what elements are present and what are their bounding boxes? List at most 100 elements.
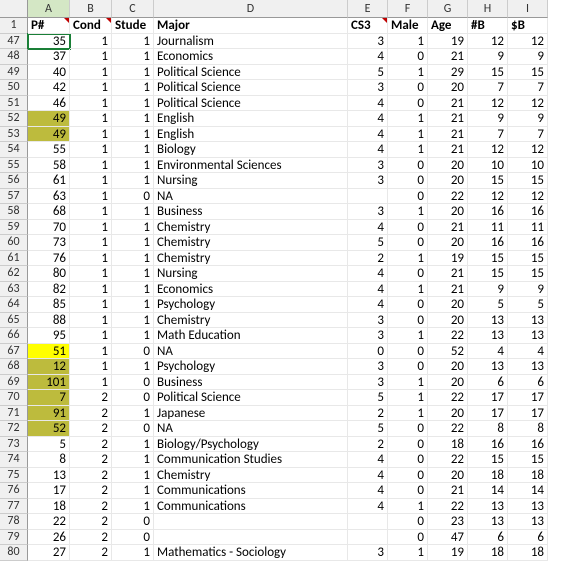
cell-E77[interactable]: 4 — [348, 499, 388, 515]
col-header-G[interactable]: G — [428, 0, 468, 18]
row-header-73[interactable]: 73 — [0, 437, 28, 453]
cell-D56[interactable]: Nursing — [154, 173, 348, 189]
cell-G72[interactable]: 22 — [428, 421, 468, 437]
cell-I80[interactable]: 18 — [508, 545, 548, 561]
cell-D48[interactable]: Economics — [154, 49, 348, 65]
cell-F72[interactable]: 0 — [388, 421, 428, 437]
cell-F52[interactable]: 1 — [388, 111, 428, 127]
cell-D65[interactable]: Chemistry — [154, 313, 348, 329]
cell-D49[interactable]: Political Science — [154, 65, 348, 81]
row-header-53[interactable]: 53 — [0, 127, 28, 143]
cell-C52[interactable]: 1 — [112, 111, 154, 127]
cell-D67[interactable]: NA — [154, 344, 348, 360]
cell-A58[interactable]: 68 — [28, 204, 70, 220]
row-header-64[interactable]: 64 — [0, 297, 28, 313]
cell-E67[interactable]: 0 — [348, 344, 388, 360]
cell-G58[interactable]: 20 — [428, 204, 468, 220]
cell-G63[interactable]: 21 — [428, 282, 468, 298]
cell-B78[interactable]: 2 — [70, 514, 112, 530]
cell-H49[interactable]: 15 — [468, 65, 508, 81]
cell-E70[interactable]: 5 — [348, 390, 388, 406]
cell-B54[interactable]: 1 — [70, 142, 112, 158]
cell-I49[interactable]: 15 — [508, 65, 548, 81]
cell-I48[interactable]: 9 — [508, 49, 548, 65]
cell-D53[interactable]: English — [154, 127, 348, 143]
cell-C57[interactable]: 0 — [112, 189, 154, 205]
cell-F79[interactable]: 0 — [388, 530, 428, 546]
cell-G69[interactable]: 20 — [428, 375, 468, 391]
cell-D66[interactable]: Math Education — [154, 328, 348, 344]
cell-I53[interactable]: 7 — [508, 127, 548, 143]
col-header-A[interactable]: A — [28, 0, 70, 18]
cell-I51[interactable]: 12 — [508, 96, 548, 112]
cell-E48[interactable]: 4 — [348, 49, 388, 65]
cell-B65[interactable]: 1 — [70, 313, 112, 329]
cell-D61[interactable]: Chemistry — [154, 251, 348, 267]
cell-C47[interactable]: 1 — [112, 34, 154, 50]
cell-D74[interactable]: Communication Studies — [154, 452, 348, 468]
cell-C80[interactable]: 1 — [112, 545, 154, 561]
cell-D77[interactable]: Communications — [154, 499, 348, 515]
row-header-1[interactable]: 1 — [0, 18, 28, 34]
cell-G61[interactable]: 19 — [428, 251, 468, 267]
cell-G80[interactable]: 19 — [428, 545, 468, 561]
cell-I50[interactable]: 7 — [508, 80, 548, 96]
cell-A49[interactable]: 40 — [28, 65, 70, 81]
cell-D58[interactable]: Business — [154, 204, 348, 220]
row-header-55[interactable]: 55 — [0, 158, 28, 174]
row-header-75[interactable]: 75 — [0, 468, 28, 484]
cell-G59[interactable]: 21 — [428, 220, 468, 236]
cell-D73[interactable]: Biology/Psychology — [154, 437, 348, 453]
cell-G62[interactable]: 21 — [428, 266, 468, 282]
cell-C75[interactable]: 1 — [112, 468, 154, 484]
cell-A62[interactable]: 80 — [28, 266, 70, 282]
cell-B66[interactable]: 1 — [70, 328, 112, 344]
cell-B72[interactable]: 2 — [70, 421, 112, 437]
cell-A70[interactable]: 7 — [28, 390, 70, 406]
cell-H68[interactable]: 13 — [468, 359, 508, 375]
cell-F62[interactable]: 0 — [388, 266, 428, 282]
cell-C49[interactable]: 1 — [112, 65, 154, 81]
cell-D51[interactable]: Political Science — [154, 96, 348, 112]
cell-B69[interactable]: 1 — [70, 375, 112, 391]
cell-G78[interactable]: 23 — [428, 514, 468, 530]
cell-H66[interactable]: 13 — [468, 328, 508, 344]
cell-I66[interactable]: 13 — [508, 328, 548, 344]
cell-A71[interactable]: 91 — [28, 406, 70, 422]
row-header-59[interactable]: 59 — [0, 220, 28, 236]
row-header-62[interactable]: 62 — [0, 266, 28, 282]
cell-E47[interactable]: 3 — [348, 34, 388, 50]
cell-F80[interactable]: 1 — [388, 545, 428, 561]
cell-E73[interactable]: 2 — [348, 437, 388, 453]
cell-B52[interactable]: 1 — [70, 111, 112, 127]
cell-I55[interactable]: 10 — [508, 158, 548, 174]
cell-A60[interactable]: 73 — [28, 235, 70, 251]
col-header-I[interactable]: I — [508, 0, 548, 18]
cell-B50[interactable]: 1 — [70, 80, 112, 96]
cell-C51[interactable]: 1 — [112, 96, 154, 112]
col-header-E[interactable]: E — [348, 0, 388, 18]
cell-C62[interactable]: 1 — [112, 266, 154, 282]
cell-B58[interactable]: 1 — [70, 204, 112, 220]
header-cell-D[interactable]: Major — [154, 18, 348, 34]
row-header-77[interactable]: 77 — [0, 499, 28, 515]
cell-F75[interactable]: 0 — [388, 468, 428, 484]
cell-G54[interactable]: 21 — [428, 142, 468, 158]
cell-I72[interactable]: 8 — [508, 421, 548, 437]
cell-B77[interactable]: 2 — [70, 499, 112, 515]
cell-B68[interactable]: 1 — [70, 359, 112, 375]
row-header-66[interactable]: 66 — [0, 328, 28, 344]
cell-G66[interactable]: 22 — [428, 328, 468, 344]
cell-A73[interactable]: 5 — [28, 437, 70, 453]
cell-F65[interactable]: 0 — [388, 313, 428, 329]
cell-F55[interactable]: 0 — [388, 158, 428, 174]
row-header-69[interactable]: 69 — [0, 375, 28, 391]
cell-A74[interactable]: 8 — [28, 452, 70, 468]
cell-I64[interactable]: 5 — [508, 297, 548, 313]
cell-E66[interactable]: 3 — [348, 328, 388, 344]
row-header-48[interactable]: 48 — [0, 49, 28, 65]
cell-D68[interactable]: Psychology — [154, 359, 348, 375]
cell-C56[interactable]: 1 — [112, 173, 154, 189]
row-header-49[interactable]: 49 — [0, 65, 28, 81]
cell-B79[interactable]: 2 — [70, 530, 112, 546]
